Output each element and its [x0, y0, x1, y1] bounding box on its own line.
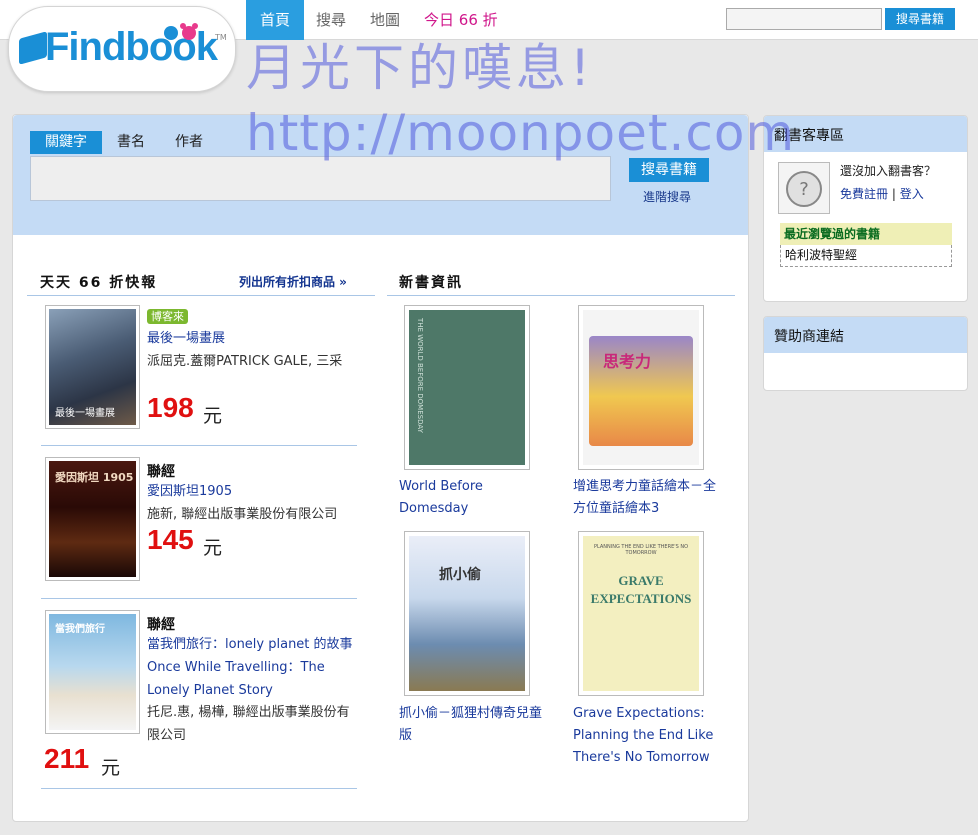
deal-divider	[41, 788, 357, 789]
deal-3-author: 托尼.惠, 楊樺, 聯經出版事業股份有限公司	[147, 705, 350, 743]
trademark: TM	[215, 33, 227, 42]
login-link[interactable]: 登入	[900, 187, 924, 201]
member-panel: 翻書客專區 ? 還沒加入翻書客？ 免費註冊 | 登入 最近瀏覽過的書籍 哈利波特…	[763, 115, 968, 302]
deal-2-title[interactable]: 愛因斯坦1905	[147, 480, 357, 503]
recent-books-heading: 最近瀏覽過的書籍	[780, 223, 952, 245]
search-panel: 關鍵字 書名 作者 搜尋書籍 進階搜尋	[13, 115, 748, 235]
deal-divider	[41, 598, 357, 599]
new-book-3-cover[interactable]: 抓小偷	[404, 531, 530, 696]
nav-search[interactable]: 搜尋	[304, 0, 358, 40]
new-books-heading: 新書資訊	[399, 275, 463, 291]
deal-3-cover[interactable]: 當我們旅行	[45, 610, 140, 734]
deal-2-author: 施新, 聯經出版事業股份有限公司	[147, 507, 338, 522]
auth-links: 免費註冊 | 登入	[840, 185, 924, 202]
book-cover-image: PLANNING THE END LIKE THERE'S NO TOMORRO…	[583, 536, 699, 691]
deal-2-cover[interactable]: 愛因斯坦 1905	[45, 457, 140, 581]
new-book-2-cover[interactable]: 思考力	[578, 305, 704, 470]
svg-text:?: ?	[799, 179, 809, 200]
deals-heading-rule	[27, 295, 375, 296]
publisher-name: 聯經	[147, 464, 175, 480]
tab-author[interactable]: 作者	[160, 131, 218, 154]
kids-icon	[164, 23, 198, 40]
book-icon	[19, 31, 47, 65]
cover-title-text: THE WORLD BEFORE DOMESDAY	[416, 318, 424, 433]
book-cover-image: 抓小偷	[409, 536, 525, 691]
new-books-heading-rule	[387, 295, 735, 296]
tab-title[interactable]: 書名	[102, 131, 160, 154]
advanced-search-link[interactable]: 進階搜尋	[643, 188, 691, 205]
deal-1-price: 198	[147, 392, 194, 423]
cover-title-text: 愛因斯坦 1905	[55, 471, 134, 484]
book-cover-image: 最後一場畫展	[49, 309, 136, 425]
cover-title-text: 當我們旅行	[55, 624, 105, 635]
main-nav: 首頁 搜尋 地圖 今日 66 折	[246, 0, 510, 40]
book-cover-image: 愛因斯坦 1905	[49, 461, 136, 577]
new-book-1-title[interactable]: World Before Domesday	[399, 476, 549, 520]
publisher-name: 聯經	[147, 617, 175, 633]
avatar: ?	[778, 162, 830, 214]
deal-divider	[41, 445, 357, 446]
search-input[interactable]	[30, 156, 611, 201]
search-tabs: 關鍵字 書名 作者	[30, 131, 218, 154]
cover-title-text: 思考力	[603, 352, 652, 371]
deal-3-title[interactable]: 當我們旅行：lonely planet 的故事Once While Travel…	[147, 633, 357, 702]
deal-1-author: 派屈克.蓋爾PATRICK GALE, 三采	[147, 354, 343, 369]
top-search-button[interactable]: 搜尋書籍	[885, 8, 955, 30]
currency-label: 元	[101, 757, 121, 779]
deal-3-price: 211	[44, 743, 90, 774]
deals-heading: 天天 66 折快報	[40, 275, 158, 291]
join-question: 還沒加入翻書客？	[840, 164, 937, 178]
nav-home[interactable]: 首頁	[246, 0, 304, 40]
new-book-3-title[interactable]: 抓小偷－狐狸村傳奇兒童版	[399, 703, 549, 747]
main-panel: 關鍵字 書名 作者 搜尋書籍 進階搜尋 天天 66 折快報 列出所有折扣商品 »…	[12, 114, 749, 822]
link-separator: |	[891, 187, 896, 201]
book-cover-image: THE WORLD BEFORE DOMESDAY	[409, 310, 525, 465]
publisher-badge: 博客來	[147, 309, 188, 324]
new-book-1-cover[interactable]: THE WORLD BEFORE DOMESDAY	[404, 305, 530, 470]
deal-1-title[interactable]: 最後一場畫展	[147, 327, 357, 350]
new-book-4-cover[interactable]: PLANNING THE END LIKE THERE'S NO TOMORRO…	[578, 531, 704, 696]
nav-map[interactable]: 地圖	[358, 0, 412, 40]
member-panel-heading: 翻書客專區	[764, 116, 967, 152]
deal-2-price: 145	[147, 524, 194, 555]
tab-keyword[interactable]: 關鍵字	[30, 131, 102, 154]
cover-title-text: GRAVE EXPECTATIONS	[590, 573, 692, 606]
top-search-input[interactable]	[726, 8, 882, 30]
list-all-discount-link[interactable]: 列出所有折扣商品 »	[239, 273, 347, 290]
search-button[interactable]: 搜尋書籍	[629, 158, 709, 182]
book-cover-image: 思考力	[583, 310, 699, 465]
cover-title-text: 抓小偷	[439, 567, 481, 583]
deal-1-cover[interactable]: 最後一場畫展	[45, 305, 140, 429]
recent-book-item[interactable]: 哈利波特聖經	[785, 248, 857, 262]
new-book-4-title[interactable]: Grave Expectations: Planning the End Lik…	[573, 703, 723, 769]
cover-subtitle-text: PLANNING THE END LIKE THERE'S NO TOMORRO…	[593, 544, 689, 556]
sponsor-panel-heading: 贊助商連結	[764, 317, 967, 353]
cover-title-text: 最後一場畫展	[55, 408, 115, 419]
findbook-logo[interactable]: Findbook TM	[8, 6, 236, 92]
book-cover-image: 當我們旅行	[49, 614, 136, 730]
sponsor-panel: 贊助商連結	[763, 316, 968, 391]
user-placeholder-icon: ?	[786, 171, 822, 207]
new-book-2-title[interactable]: 增進思考力童話繪本－全方位童話繪本3	[573, 476, 723, 520]
currency-label: 元	[203, 405, 223, 427]
register-link[interactable]: 免費註冊	[840, 187, 888, 201]
nav-daily-66-discount[interactable]: 今日 66 折	[412, 0, 510, 40]
recent-books-list: 哈利波特聖經	[780, 245, 952, 267]
currency-label: 元	[203, 537, 223, 559]
